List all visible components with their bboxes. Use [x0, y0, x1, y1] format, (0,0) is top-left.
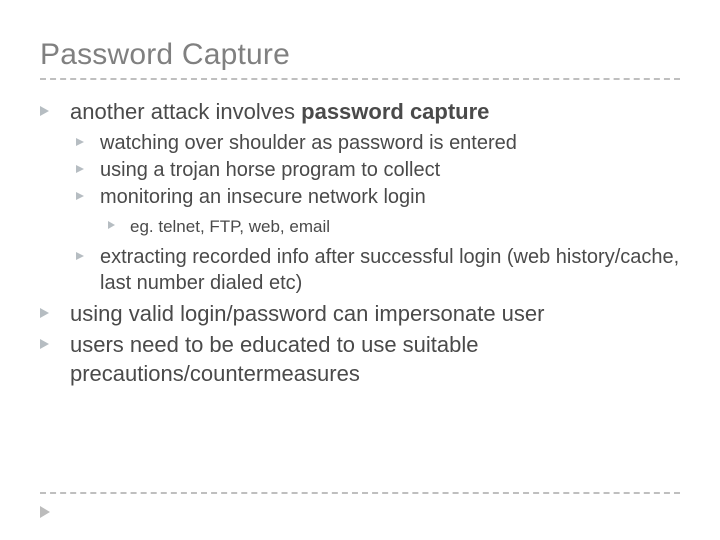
title-divider [40, 78, 680, 80]
bullet-sub: using a trojan horse program to collect [76, 157, 680, 183]
bullet-text-prefix: another attack involves [70, 99, 301, 124]
slide-title: Password Capture [40, 38, 680, 72]
bullet-subsub: eg. telnet, FTP, web, email [108, 216, 680, 238]
bullet-sub: monitoring an insecure network login eg.… [76, 184, 680, 238]
bullet-sub: extracting recorded info after successfu… [76, 244, 680, 296]
bullet-top-password-capture: another attack involves password capture… [40, 98, 680, 296]
bullet-top: users need to be educated to use suitabl… [40, 331, 680, 387]
slide: Password Capture another attack involves… [0, 0, 720, 540]
bullet-sub-text: monitoring an insecure network login [100, 186, 426, 208]
bullet-top: using valid login/password can impersona… [40, 300, 680, 328]
bullet-text-bold: password capture [301, 99, 489, 124]
footer-divider [40, 492, 680, 494]
bullet-list-level2: watching over shoulder as password is en… [76, 130, 680, 296]
bullet-sub: watching over shoulder as password is en… [76, 130, 680, 156]
play-icon [40, 506, 50, 518]
bullet-list-level1: another attack involves password capture… [40, 98, 680, 388]
bullet-list-level3: eg. telnet, FTP, web, email [108, 216, 680, 238]
